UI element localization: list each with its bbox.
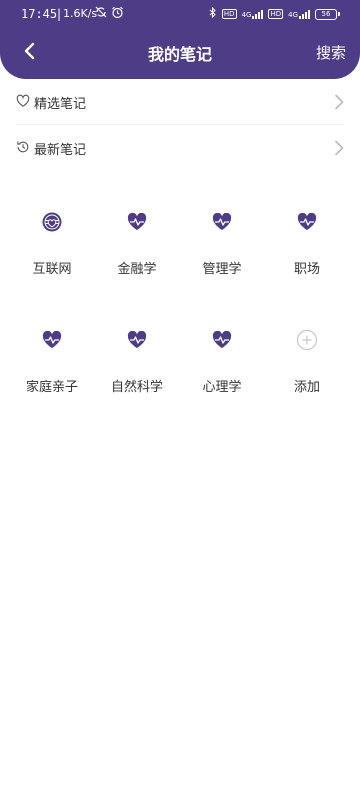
plus-circle-icon — [267, 325, 347, 355]
category-management[interactable]: 管理学 — [182, 207, 262, 277]
category-label: 家庭亲子 — [25, 380, 78, 395]
add-category-button[interactable]: 添加 — [267, 325, 347, 395]
chevron-right-icon — [334, 94, 344, 114]
battery-level: 56 — [315, 8, 337, 20]
globe-heart-icon — [12, 207, 92, 237]
category-label: 心理学 — [202, 380, 242, 395]
heart-pulse-icon — [97, 207, 177, 237]
header-bar: 17:45 | 1.6K/s HD 4G HD 4G 56 我的笔记 搜索 — [0, 0, 360, 79]
search-button[interactable]: 搜索 — [316, 42, 346, 63]
network-speed: 1.6K/s — [63, 7, 98, 20]
category-label: 金融学 — [117, 262, 157, 277]
category-label: 自然科学 — [110, 380, 163, 395]
category-psychology[interactable]: 心理学 — [182, 325, 262, 395]
category-label: 管理学 — [202, 262, 242, 277]
heart-pulse-icon — [182, 325, 262, 355]
menu-item-latest-notes[interactable]: 最新笔记 — [16, 125, 344, 171]
category-label: 添加 — [293, 380, 320, 395]
heart-pulse-icon — [97, 325, 177, 355]
signal-icon: 4G — [242, 9, 264, 19]
hd-badge-2: HD — [268, 9, 284, 19]
heart-pulse-icon — [12, 325, 92, 355]
alarm-icon — [111, 6, 124, 22]
category-workplace[interactable]: 职场 — [267, 207, 347, 277]
category-label: 互联网 — [32, 262, 72, 277]
chevron-right-icon — [334, 140, 344, 160]
category-finance[interactable]: 金融学 — [97, 207, 177, 277]
battery-icon: 56 — [315, 8, 340, 20]
category-internet[interactable]: 互联网 — [12, 207, 92, 277]
clock-history-icon — [16, 139, 30, 158]
status-bar: 17:45 | 1.6K/s HD 4G HD 4G 56 — [0, 0, 360, 28]
menu-item-label: 精选笔记 — [34, 96, 87, 112]
page-title: 我的笔记 — [147, 45, 212, 64]
heart-pulse-icon — [267, 207, 347, 237]
bluetooth-icon — [209, 6, 217, 21]
heart-pulse-icon — [182, 207, 262, 237]
category-natural-science[interactable]: 自然科学 — [97, 325, 177, 395]
hd-badge: HD — [221, 9, 237, 19]
sync-off-icon — [95, 6, 107, 21]
status-right-icons: HD 4G HD 4G 56 — [209, 6, 340, 21]
heart-outline-icon — [16, 93, 30, 112]
status-time: 17:45 — [21, 7, 58, 21]
menu-item-featured-notes[interactable]: 精选笔记 — [16, 79, 344, 125]
category-family[interactable]: 家庭亲子 — [12, 325, 92, 395]
signal-icon-2: 4G — [288, 9, 310, 19]
category-label: 职场 — [293, 262, 320, 277]
menu-item-label: 最新笔记 — [34, 142, 87, 158]
